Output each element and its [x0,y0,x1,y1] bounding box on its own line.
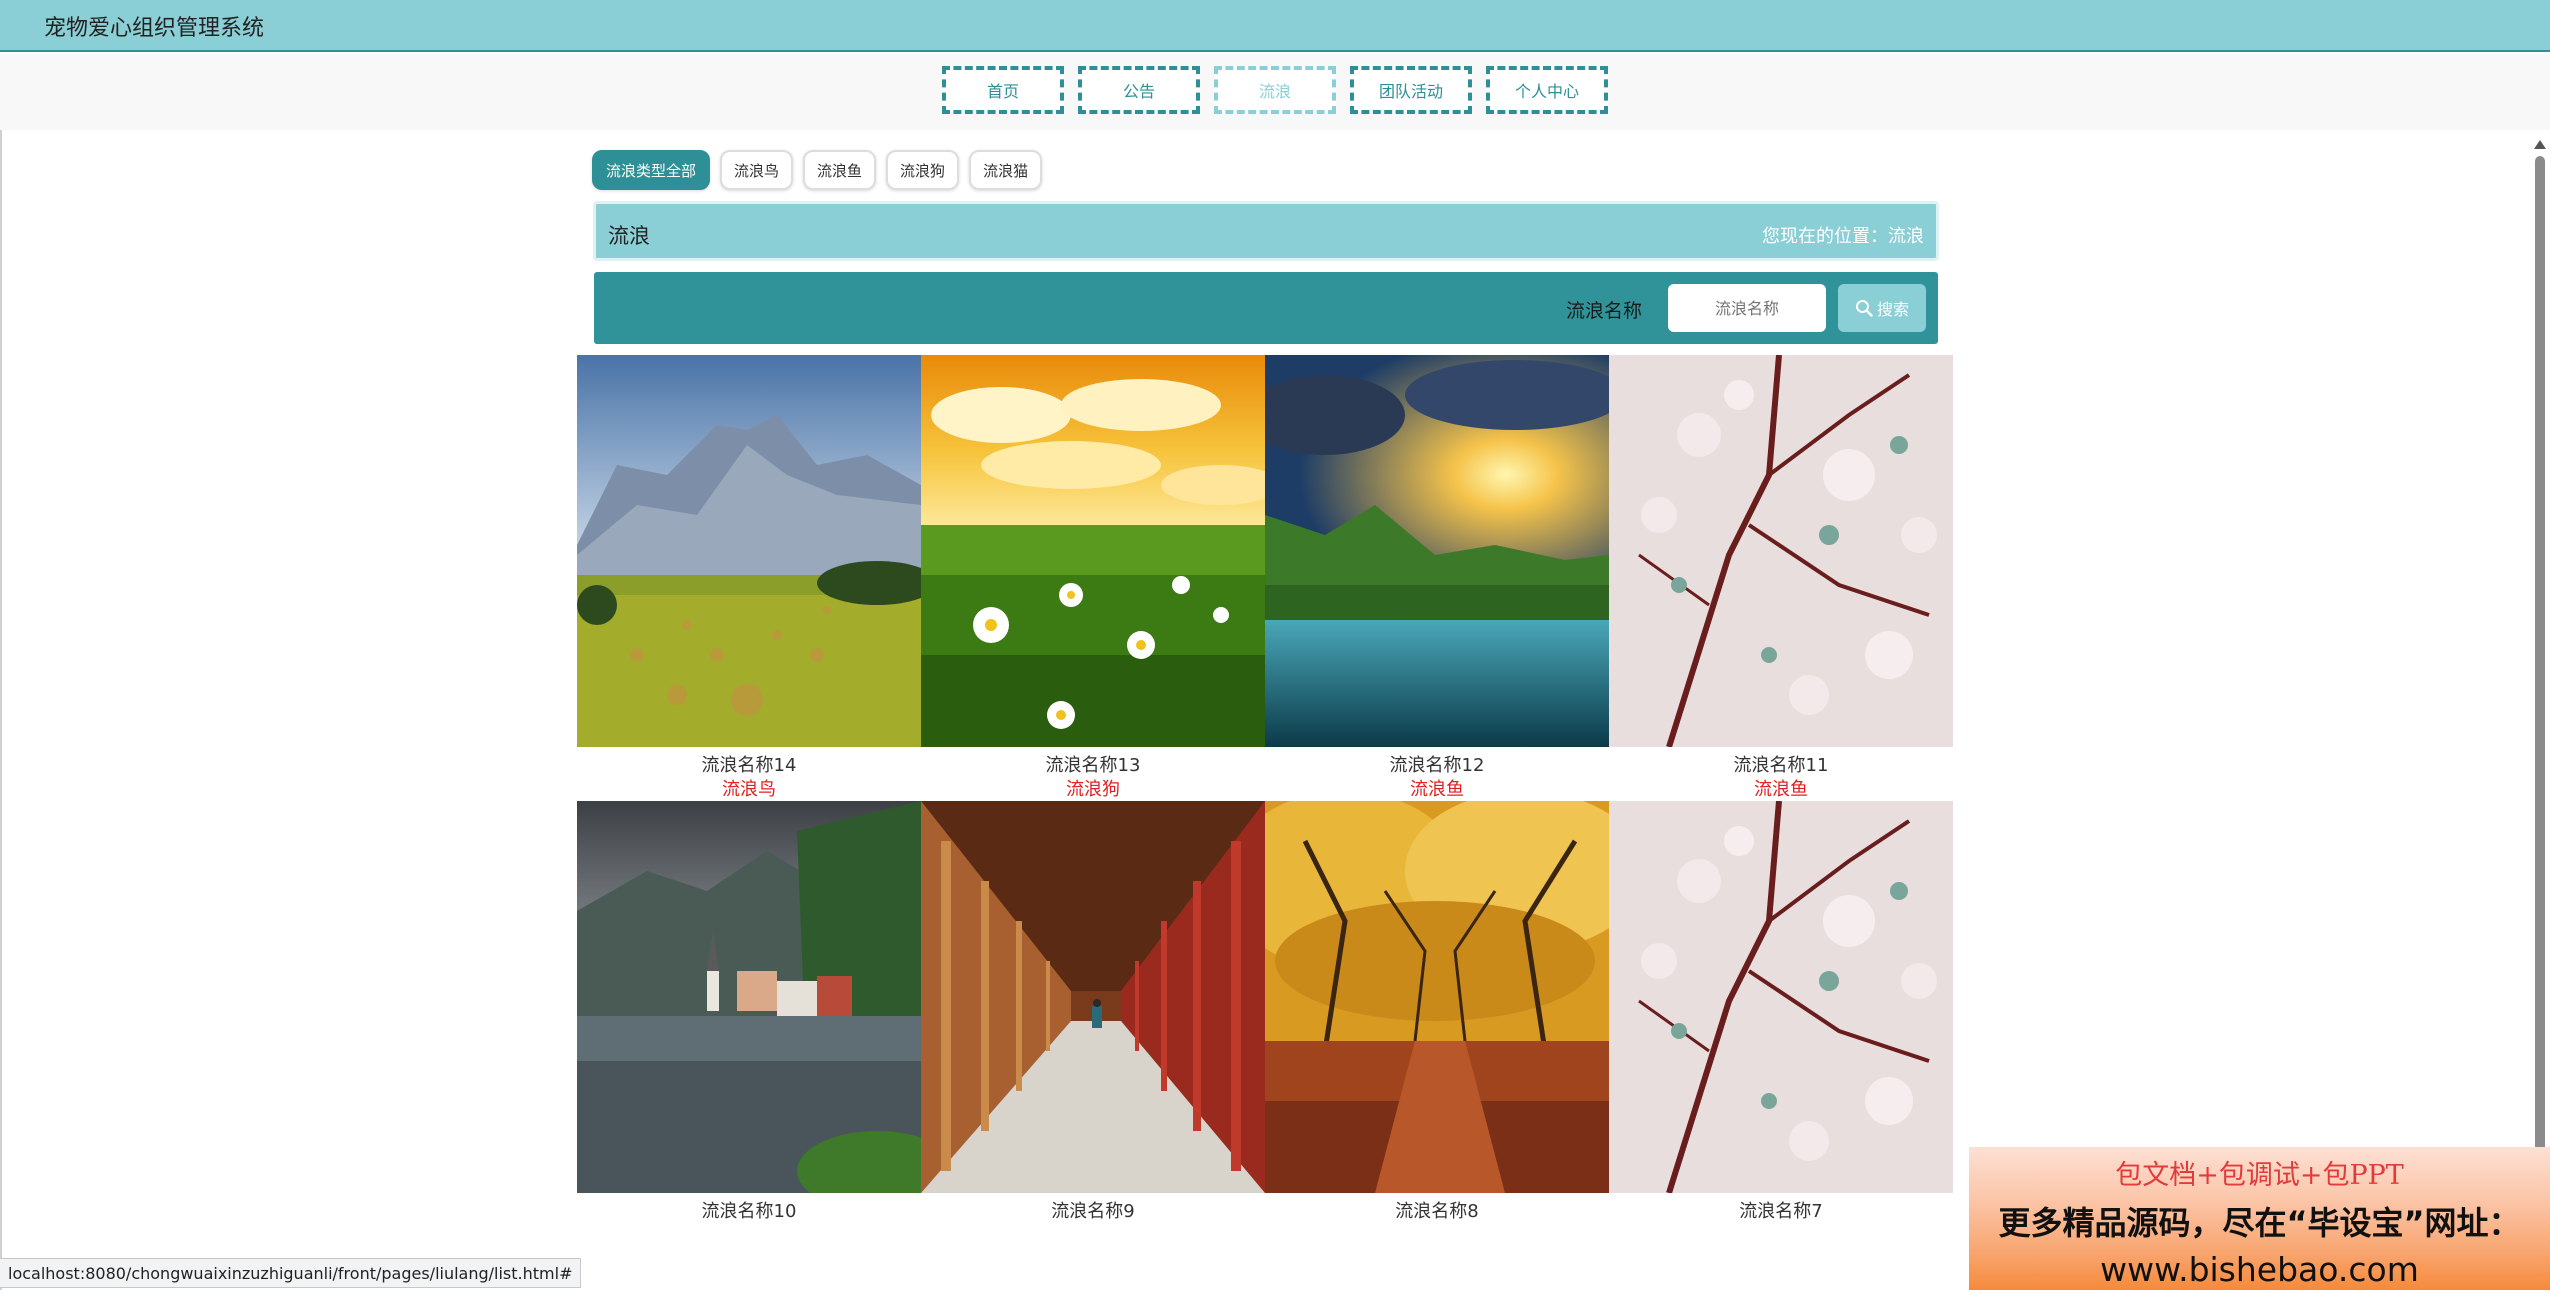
card-name: 流浪名称9 [1051,1201,1135,1222]
promo-line-3: www.bishebao.com [2100,1250,2419,1289]
stray-grid: 流浪名称14 流浪鸟 流浪名称13 流浪狗 流浪名称12 流浪鱼 流浪名称11 … [577,355,1955,1247]
stray-card[interactable]: 流浪名称8 [1265,801,1609,1247]
type-filter: 流浪类型全部 流浪鸟 流浪鱼 流浪狗 流浪猫 [592,150,1043,190]
filter-bird[interactable]: 流浪鸟 [720,150,794,190]
card-name: 流浪名称11 [1733,755,1829,776]
card-image-corridor [921,801,1265,1193]
stray-card[interactable]: 流浪名称10 [577,801,921,1247]
search-button-label: 搜索 [1876,300,1909,319]
filter-dog[interactable]: 流浪狗 [886,150,960,190]
search-button[interactable]: 搜索 [1838,284,1926,332]
stray-card[interactable]: 流浪名称12 流浪鱼 [1265,355,1609,801]
nav-personal-center[interactable]: 个人中心 [1486,66,1608,114]
stray-card[interactable]: 流浪名称11 流浪鱼 [1609,355,1953,801]
location-text: 您现在的位置：流浪 [1762,226,1924,247]
app-title: 宠物爱心组织管理系统 [44,16,265,41]
card-image-daisy-field [921,355,1265,747]
filter-fish[interactable]: 流浪鱼 [803,150,877,190]
nav-announcements[interactable]: 公告 [1078,66,1200,114]
card-name: 流浪名称8 [1395,1201,1479,1222]
stray-card[interactable]: 流浪名称13 流浪狗 [921,355,1265,801]
card-type: 流浪鸟 [722,779,776,800]
search-bar: 流浪名称 搜索 [594,272,1938,344]
breadcrumb: 流浪 您现在的位置：流浪 [593,201,1939,261]
main-nav: 首页 公告 流浪 团队活动 个人中心 [0,66,2550,114]
card-image-cherry-blossom [1609,801,1953,1193]
scroll-up-icon[interactable] [2534,140,2546,149]
promo-banner[interactable]: 包文档+包调试+包PPT 更多精品源码，尽在“毕设宝”网址： www.bishe… [1969,1147,2550,1290]
card-type [1609,1221,1953,1247]
card-name: 流浪名称7 [1739,1201,1823,1222]
card-type: 流浪鱼 [1410,779,1464,800]
card-type: 流浪狗 [1066,779,1120,800]
scrollbar-thumb[interactable] [2535,156,2545,1196]
card-name: 流浪名称14 [701,755,797,776]
card-image-autumn-trees [1265,801,1609,1193]
page-scrollbar[interactable] [2530,136,2550,1290]
card-image-cherry-blossom [1609,355,1953,747]
promo-line-1: 包文档+包调试+包PPT [2115,1160,2404,1191]
search-icon [1855,300,1873,317]
promo-line-2: 更多精品源码，尽在“毕设宝”网址： [1998,1204,2521,1242]
card-image-lake-sunset [1265,355,1609,747]
nav-stray[interactable]: 流浪 [1214,66,1336,114]
card-type [577,1221,921,1247]
stray-card[interactable]: 流浪名称9 [921,801,1265,1247]
card-type [921,1221,1265,1247]
card-type [1265,1221,1609,1247]
nav-home[interactable]: 首页 [942,66,1064,114]
stray-card[interactable]: 流浪名称7 [1609,801,1953,1247]
card-name: 流浪名称12 [1389,755,1485,776]
status-url: localhost:8080/chongwuaixinzuzhiguanli/f… [0,1258,582,1288]
search-input[interactable] [1668,284,1826,332]
card-image-mountain-meadow [577,355,921,747]
page-title: 流浪 [608,224,650,248]
card-type: 流浪鱼 [1754,779,1808,800]
card-name: 流浪名称13 [1045,755,1141,776]
filter-cat[interactable]: 流浪猫 [969,150,1043,190]
left-border [0,130,2,1290]
nav-team-activities[interactable]: 团队活动 [1350,66,1472,114]
card-image-lakeside-village [577,801,921,1193]
filter-all[interactable]: 流浪类型全部 [592,150,711,190]
stray-card[interactable]: 流浪名称14 流浪鸟 [577,355,921,801]
top-bar: 宠物爱心组织管理系统 [0,0,2550,52]
search-label: 流浪名称 [1565,300,1642,322]
card-name: 流浪名称10 [701,1201,797,1222]
